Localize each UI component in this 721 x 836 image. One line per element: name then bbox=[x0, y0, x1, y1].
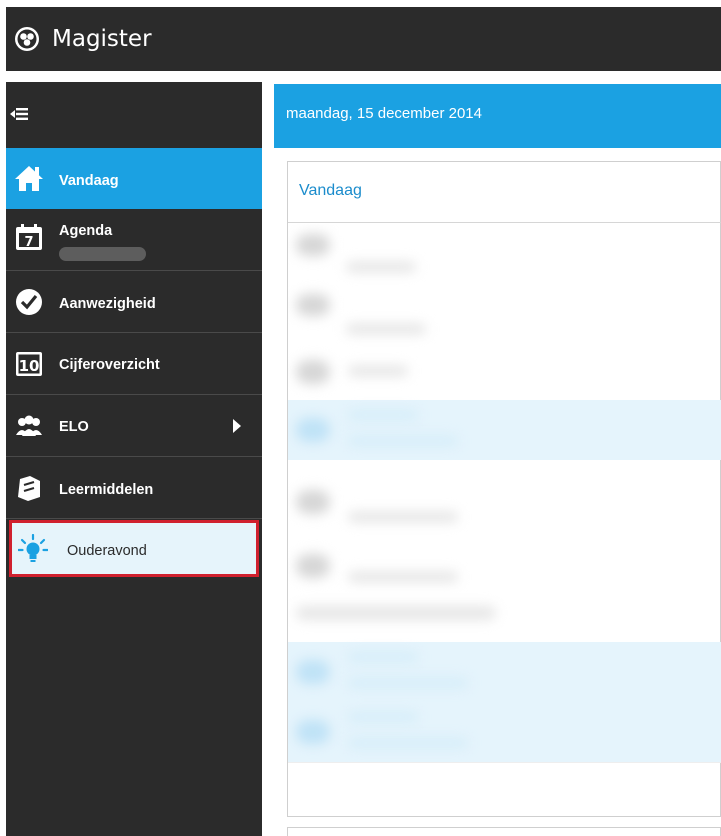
blurred-schedule-list bbox=[288, 224, 721, 762]
collapse-menu-icon bbox=[10, 108, 28, 120]
sidebar-item-aanwezigheid[interactable]: Aanwezigheid bbox=[6, 272, 262, 333]
magister-logo-icon[interactable] bbox=[14, 26, 40, 52]
grades-10-icon: 10 bbox=[16, 352, 42, 376]
panel-title[interactable]: Vandaag bbox=[299, 182, 362, 200]
top-bar: Magister bbox=[6, 7, 721, 71]
list-item bbox=[288, 400, 721, 460]
sidebar-item-vandaag[interactable]: Vandaag bbox=[6, 148, 262, 209]
sidebar: Vandaag 7 Agenda Aanwezigheid 10 Cijfero… bbox=[6, 82, 262, 836]
sidebar-item-label: Cijferoverzicht bbox=[59, 357, 160, 373]
sidebar-item-agenda[interactable]: 7 Agenda bbox=[6, 210, 262, 271]
svg-text:7: 7 bbox=[24, 235, 33, 250]
calendar-icon: 7 bbox=[16, 224, 42, 250]
panel-footer bbox=[288, 762, 721, 763]
list-item bbox=[288, 286, 721, 348]
list-item bbox=[288, 224, 721, 286]
home-icon bbox=[15, 166, 43, 191]
sidebar-item-elo[interactable]: ELO bbox=[6, 396, 262, 457]
app-title: Magister bbox=[52, 26, 152, 52]
chevron-right-icon bbox=[233, 419, 241, 433]
sidebar-collapse-button[interactable] bbox=[6, 82, 262, 148]
sidebar-item-label: Leermiddelen bbox=[59, 482, 154, 498]
list-item bbox=[288, 474, 721, 536]
today-panel: Vandaag bbox=[287, 161, 721, 817]
panel-header: Vandaag bbox=[288, 162, 721, 223]
sidebar-item-label: Aanwezigheid bbox=[59, 296, 156, 312]
sidebar-item-cijferoverzicht[interactable]: 10 Cijferoverzicht bbox=[6, 334, 262, 395]
list-item bbox=[288, 536, 721, 598]
sidebar-item-ouderavond[interactable]: Ouderavond bbox=[9, 520, 259, 577]
list-item bbox=[288, 642, 721, 702]
sidebar-item-label: Agenda bbox=[59, 223, 113, 239]
svg-text:10: 10 bbox=[19, 357, 40, 375]
puzzle-icon bbox=[18, 476, 40, 501]
list-item bbox=[288, 598, 721, 638]
people-icon bbox=[16, 415, 42, 436]
current-date: maandag, 15 december 2014 bbox=[286, 105, 482, 122]
list-item bbox=[288, 702, 721, 762]
sidebar-item-label: Ouderavond bbox=[67, 543, 147, 559]
date-header: maandag, 15 december 2014 bbox=[274, 84, 721, 148]
next-panel-edge bbox=[287, 827, 721, 836]
lightbulb-icon bbox=[18, 534, 48, 562]
sidebar-item-label: ELO bbox=[59, 419, 89, 435]
sidebar-item-label: Vandaag bbox=[59, 173, 119, 189]
checkmark-icon bbox=[16, 289, 42, 315]
blurred-sublabel bbox=[59, 247, 146, 261]
sidebar-item-leermiddelen[interactable]: Leermiddelen bbox=[6, 458, 262, 519]
